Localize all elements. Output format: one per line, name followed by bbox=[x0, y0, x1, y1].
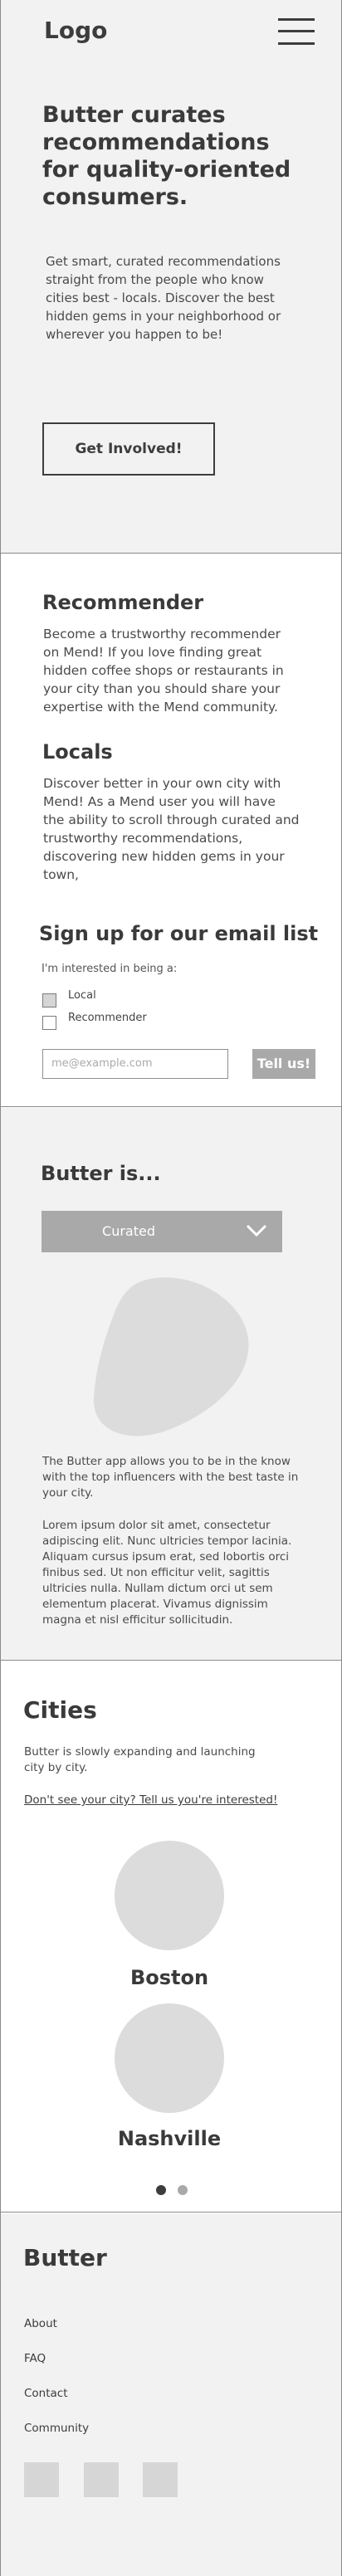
recommender-description: Become a trustworthy recommender on Mend… bbox=[43, 627, 284, 715]
signup-subtitle: I'm interested in being a: bbox=[42, 963, 178, 975]
hero-section: Logo Butter curates recommendations for … bbox=[1, 0, 341, 554]
page: Logo Butter curates recommendations for … bbox=[0, 0, 342, 2576]
butter-is-paragraph: The Butter app allows you to be in the k… bbox=[42, 1455, 299, 1500]
get-involved-button[interactable]: Get Involved! bbox=[42, 422, 215, 476]
city-interest-link[interactable]: Don't see your city? Tell us you're inte… bbox=[24, 1793, 277, 1807]
cities-section: Cities Butter is slowly expanding and la… bbox=[1, 1661, 341, 2213]
illustration-placeholder bbox=[93, 1277, 249, 1437]
butter-is-heading: Butter is... bbox=[41, 1162, 161, 1185]
email-field[interactable]: me@example.com bbox=[42, 1049, 228, 1079]
locals-description: Discover better in your own city with Me… bbox=[43, 776, 300, 882]
footer: Butter About FAQ Contact Community bbox=[1, 2213, 341, 2576]
recommender-checkbox-label: Recommender bbox=[68, 1012, 147, 1024]
social-icon[interactable] bbox=[84, 2462, 119, 2497]
footer-link-about[interactable]: About bbox=[24, 2317, 57, 2330]
hamburger-menu-icon[interactable] bbox=[278, 17, 315, 46]
locals-heading: Locals bbox=[42, 740, 113, 764]
hero-title: Butter curates recommendations for quali… bbox=[42, 102, 291, 210]
footer-link-contact[interactable]: Contact bbox=[24, 2387, 68, 2400]
menu-line bbox=[278, 42, 315, 45]
social-icon[interactable] bbox=[143, 2462, 178, 2497]
carousel-dot[interactable] bbox=[178, 2185, 188, 2195]
local-checkbox-label: Local bbox=[68, 989, 96, 1002]
footer-link-faq[interactable]: FAQ bbox=[24, 2352, 46, 2365]
city-name-nashville[interactable]: Nashville bbox=[1, 2127, 338, 2150]
recommender-heading: Recommender bbox=[42, 591, 204, 614]
recommender-checkbox[interactable] bbox=[42, 1016, 56, 1030]
menu-line bbox=[278, 30, 315, 32]
social-icon[interactable] bbox=[24, 2462, 59, 2497]
cities-heading: Cities bbox=[23, 1696, 97, 1724]
signup-heading: Sign up for our email list bbox=[39, 922, 319, 945]
lorem-ipsum-paragraph: Lorem ipsum dolor sit amet, consectetur … bbox=[42, 1519, 292, 1627]
chevron-down-icon bbox=[246, 1224, 267, 1237]
carousel-dot-active[interactable] bbox=[156, 2185, 166, 2195]
city-image-nashville[interactable] bbox=[115, 2003, 224, 2113]
roles-section: Recommender Become a trustworthy recomme… bbox=[1, 554, 341, 1107]
city-name-boston[interactable]: Boston bbox=[1, 1966, 338, 1989]
local-option[interactable]: Local bbox=[42, 988, 96, 1007]
recommender-option[interactable]: Recommender bbox=[42, 1011, 147, 1030]
tell-us-button[interactable]: Tell us! bbox=[252, 1049, 315, 1079]
dropdown-selected-value: Curated bbox=[102, 1223, 155, 1239]
butter-is-dropdown[interactable]: Curated bbox=[42, 1211, 282, 1252]
local-checkbox[interactable] bbox=[42, 993, 56, 1007]
menu-line bbox=[278, 18, 315, 21]
cities-description: Butter is slowly expanding and launching… bbox=[24, 1745, 256, 1774]
butter-is-section: Butter is... Curated The Butter app allo… bbox=[1, 1108, 341, 1661]
footer-link-community[interactable]: Community bbox=[24, 2422, 89, 2435]
logo[interactable]: Logo bbox=[44, 17, 107, 44]
hero-description: Get smart, curated recommendations strai… bbox=[46, 254, 281, 342]
footer-brand: Butter bbox=[23, 2244, 107, 2271]
city-image-boston[interactable] bbox=[115, 1841, 224, 1950]
